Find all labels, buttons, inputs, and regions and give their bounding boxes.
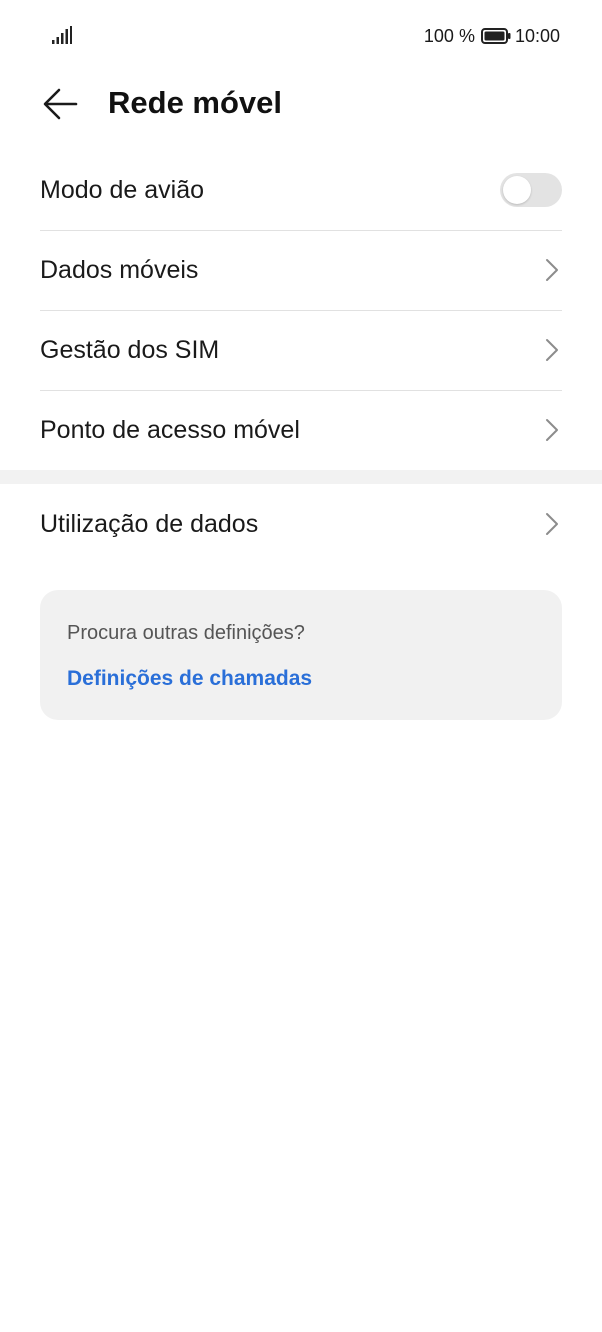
call-settings-link[interactable]: Definições de chamadas (67, 667, 312, 691)
mobile-data-row[interactable]: Dados móveis (40, 230, 562, 310)
chevron-right-icon (546, 513, 558, 535)
battery-full-icon (480, 28, 511, 44)
arrow-left-icon (43, 88, 78, 120)
sim-management-label: Gestão dos SIM (40, 335, 220, 364)
group-separator (0, 470, 602, 484)
header: Rede móvel (0, 74, 602, 132)
mobile-data-label: Dados móveis (40, 255, 199, 284)
screen: 100 % 10:00 Rede móvel Modo de avião Dad… (0, 0, 602, 1332)
suggestion-question: Procura outras definições? (67, 622, 305, 644)
suggestion-card: Procura outras definições? Definições de… (40, 590, 562, 720)
airplane-mode-row[interactable]: Modo de avião (40, 150, 562, 230)
settings-list: Modo de avião Dados móveis Gestão dos SI… (0, 150, 602, 470)
battery-percent: 100 % (423, 25, 475, 46)
chevron-right-icon (546, 339, 558, 361)
data-usage-row[interactable]: Utilização de dados (40, 484, 562, 564)
airplane-mode-label: Modo de avião (40, 175, 205, 204)
signal-bars-icon (52, 26, 72, 44)
hotspot-row[interactable]: Ponto de acesso móvel (40, 390, 562, 470)
chevron-right-icon (546, 419, 558, 441)
status-bar: 100 % 10:00 (0, 0, 602, 74)
status-right: 100 % 10:00 (424, 24, 560, 48)
page-title: Rede móvel (108, 85, 283, 120)
hotspot-label: Ponto de acesso móvel (40, 415, 300, 444)
chevron-right-icon (546, 259, 558, 281)
settings-list-secondary: Utilização de dados (0, 484, 602, 564)
clock: 10:00 (514, 25, 560, 46)
airplane-mode-toggle[interactable] (500, 173, 562, 207)
data-usage-label: Utilização de dados (40, 509, 259, 538)
sim-management-row[interactable]: Gestão dos SIM (40, 310, 562, 390)
toggle-knob (503, 176, 531, 204)
back-button[interactable] (38, 82, 82, 126)
